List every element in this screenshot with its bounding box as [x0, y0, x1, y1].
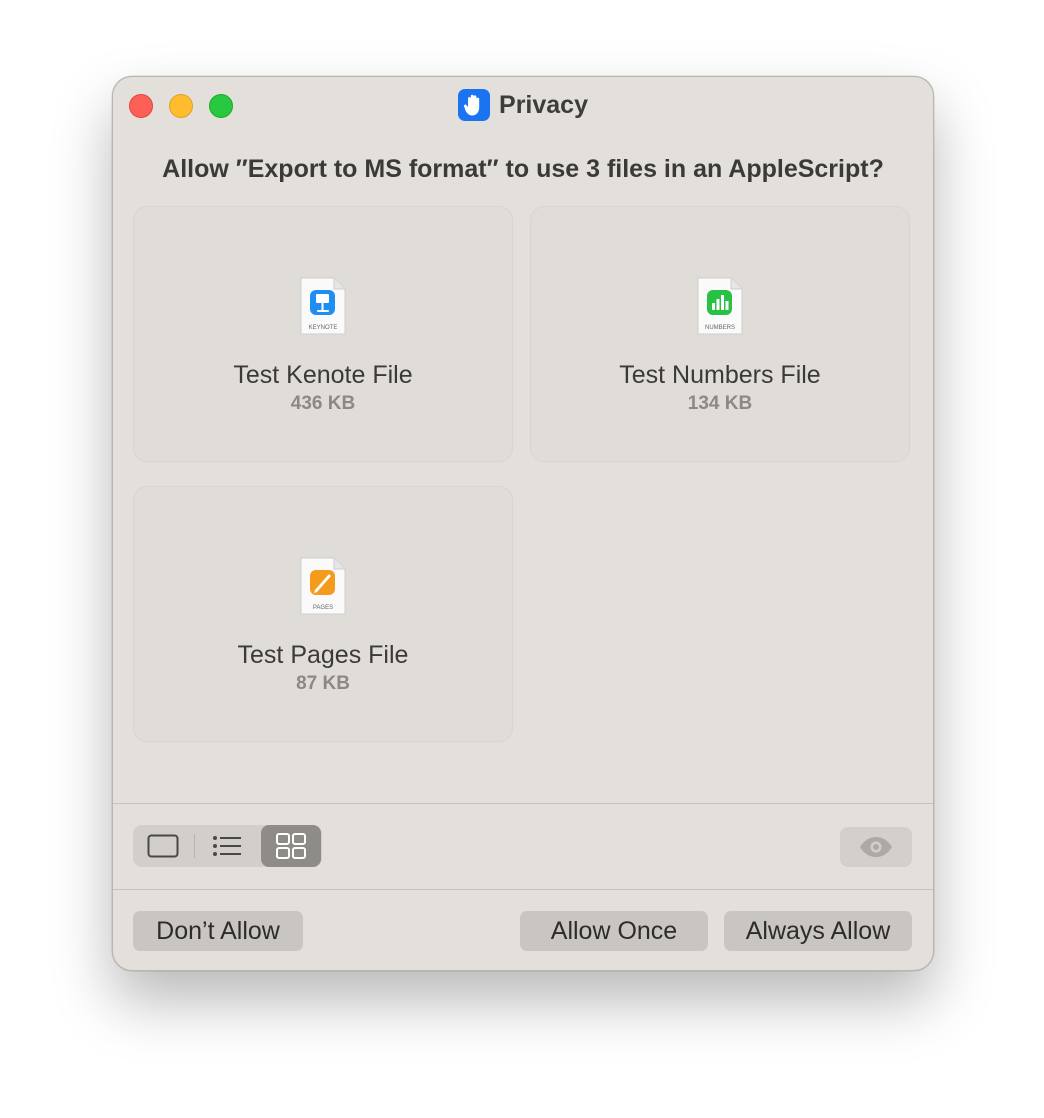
view-mode-segmented-control	[133, 825, 322, 867]
raised-hand-icon	[458, 89, 491, 121]
file-name: Test Kenote File	[233, 361, 413, 389]
file-size: 87 KB	[296, 673, 350, 694]
list-view-icon	[213, 836, 241, 856]
svg-text:NUMBERS: NUMBERS	[705, 325, 735, 331]
file-size: 134 KB	[687, 393, 753, 414]
file-size: 436 KB	[290, 393, 356, 414]
buttons-divider	[113, 889, 933, 890]
single-view-icon	[147, 834, 179, 858]
keynote-document-icon: KEYNOTE	[300, 277, 346, 335]
quick-look-button[interactable]	[840, 827, 912, 867]
numbers-document-icon: NUMBERS	[697, 277, 743, 335]
window-title: Privacy	[499, 90, 588, 119]
file-tile[interactable]: PAGES Test Pages File 87 KB	[133, 486, 513, 742]
list-view-button[interactable]	[197, 825, 257, 867]
file-tile[interactable]: KEYNOTE Test Kenote File 436 KB	[133, 206, 513, 462]
grid-view-icon	[276, 833, 306, 859]
always-allow-button[interactable]: Always Allow	[724, 911, 912, 951]
toolbar-divider	[113, 803, 933, 804]
single-view-button[interactable]	[133, 825, 193, 867]
pages-document-icon: PAGES	[300, 557, 346, 615]
permission-question: Allow ″Export to MS format″ to use 3 fil…	[162, 155, 884, 183]
svg-text:KEYNOTE: KEYNOTE	[309, 325, 338, 331]
file-name: Test Pages File	[237, 641, 409, 669]
grid-view-button[interactable]	[261, 825, 321, 867]
svg-text:PAGES: PAGES	[313, 605, 333, 611]
title-bar: Privacy	[113, 88, 933, 122]
dont-allow-button[interactable]: Don’t Allow	[133, 911, 303, 951]
allow-once-button[interactable]: Allow Once	[520, 911, 708, 951]
segment-separator	[194, 834, 195, 858]
file-name: Test Numbers File	[619, 361, 821, 389]
file-tile[interactable]: NUMBERS Test Numbers File 134 KB	[530, 206, 910, 462]
privacy-dialog: Privacy Allow ″Export to MS format″ to u…	[112, 76, 934, 971]
eye-icon	[860, 837, 892, 857]
